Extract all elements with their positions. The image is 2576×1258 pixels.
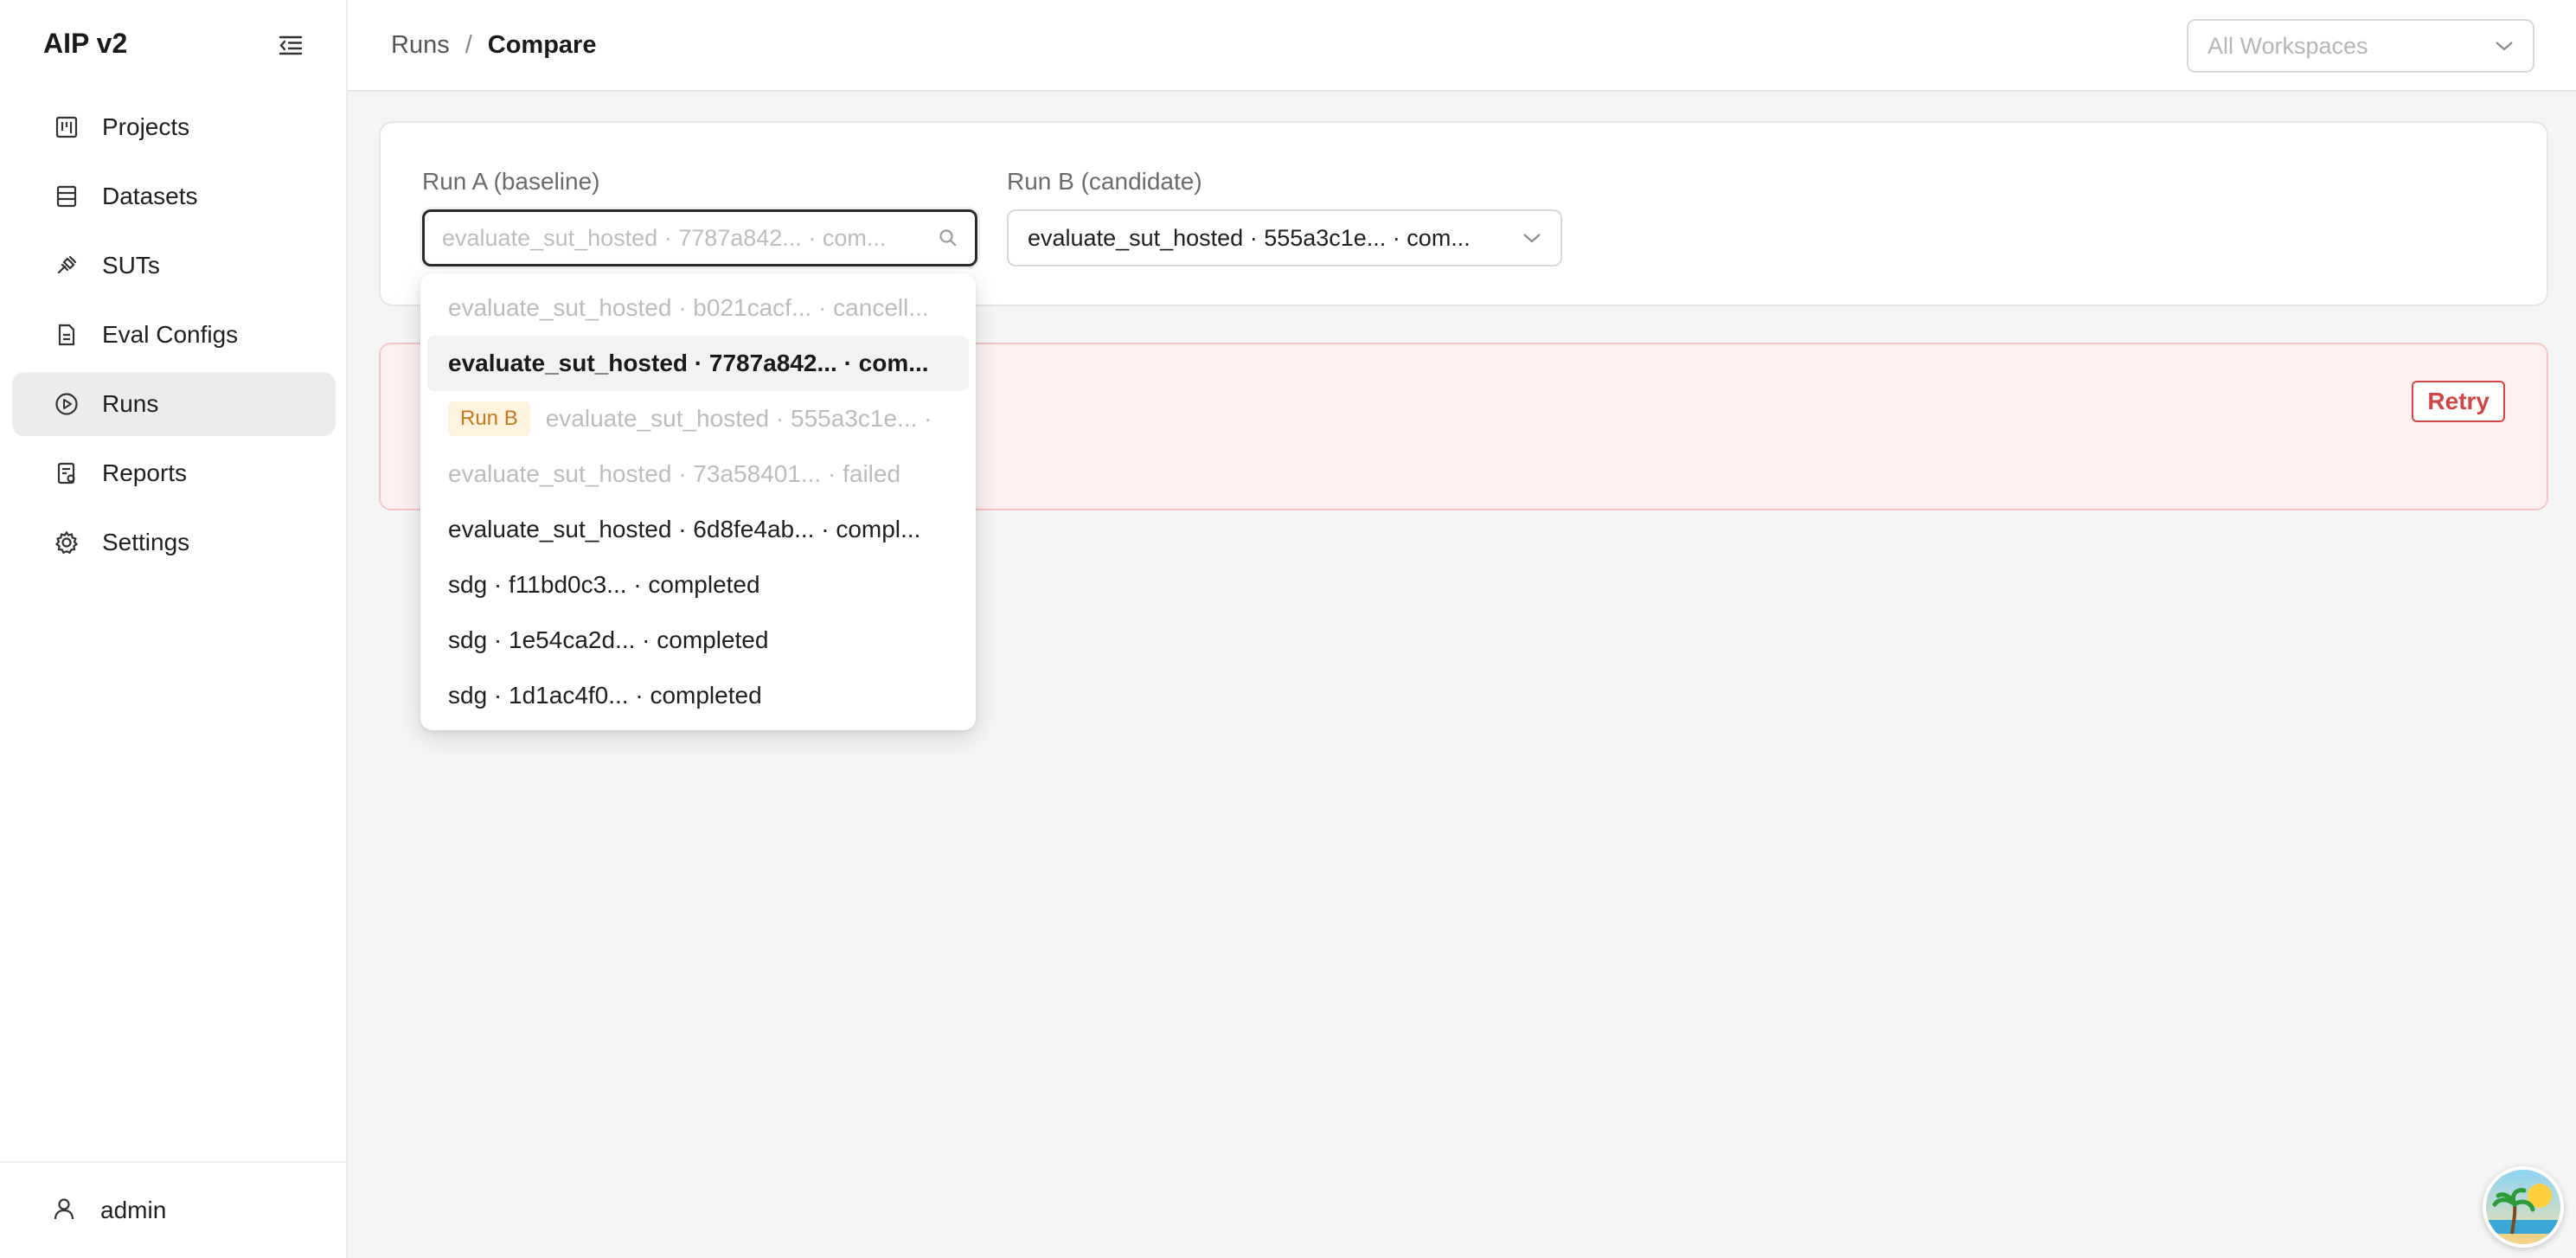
user-icon [52,1197,76,1225]
sidebar-item-label: SUTs [102,252,160,279]
sidebar-item-settings[interactable]: Settings [12,510,336,574]
breadcrumb-runs-link[interactable]: Runs [391,31,450,60]
run-a-dropdown: evaluate_sut_hosted · b021cacf... · canc… [420,273,976,730]
breadcrumb-separator: / [465,31,472,59]
dropdown-option-selected[interactable]: evaluate_sut_hosted · 7787a842... · com.… [427,336,969,391]
sidebar-item-label: Projects [102,113,190,140]
sidebar-item-label: Datasets [102,183,198,209]
projects-icon [54,114,80,140]
sidebar-item-label: Runs [102,390,159,417]
brand-title: AIP v2 [43,28,128,59]
dropdown-option-label: evaluate_sut_hosted · 73a58401... · fail… [448,460,901,487]
beach-avatar-icon [2486,1170,2560,1244]
dropdown-option-label: sdg · f11bd0c3... · completed [448,571,760,598]
dropdown-option[interactable]: sdg · f11bd0c3... · completed [427,557,969,613]
dropdown-option: Run B evaluate_sut_hosted · 555a3c1e... … [427,391,969,446]
sidebar-item-datasets[interactable]: Datasets [12,164,336,228]
run-a-search-input[interactable] [442,224,939,252]
dropdown-option-label: evaluate_sut_hosted · b021cacf... · canc… [448,294,929,321]
collapse-sidebar-icon [279,35,303,55]
chevron-down-icon [2496,42,2513,51]
user-menu[interactable]: admin [0,1161,348,1258]
top-header: Runs / Compare All Workspaces [348,0,2576,92]
dropdown-option: evaluate_sut_hosted · 73a58401... · fail… [427,446,969,502]
suts-icon [54,253,80,279]
run-b-select-value: evaluate_sut_hosted · 555a3c1e... · com.… [1028,224,1471,251]
retry-button[interactable]: Retry [2412,381,2505,422]
dropdown-option-label: evaluate_sut_hosted · 555a3c1e... · [545,405,932,432]
sidebar-item-eval-configs[interactable]: Eval Configs [12,303,336,367]
dropdown-option[interactable]: sdg · 1d1ac4f0... · completed [427,668,969,723]
run-b-tag: Run B [448,401,530,436]
dropdown-option-label: evaluate_sut_hosted · 7787a842... · com.… [448,350,929,376]
run-a-select[interactable] [422,209,977,266]
assistant-avatar-button[interactable] [2483,1166,2564,1248]
dropdown-option[interactable]: sdg · 1e54ca2d... · completed [427,613,969,668]
sidebar-item-label: Eval Configs [102,321,239,348]
gear-icon [54,530,80,555]
sidebar-nav: Projects Datasets SUTs Eval Configs Runs… [12,95,336,580]
sidebar-item-reports[interactable]: Reports [12,441,336,505]
collapse-sidebar-button[interactable] [273,29,308,61]
sidebar-item-suts[interactable]: SUTs [12,234,336,298]
dropdown-option-label: sdg · 1d1ac4f0... · completed [448,682,762,709]
datasets-icon [54,183,80,209]
eval-configs-icon [54,322,80,348]
workspace-select-placeholder: All Workspaces [2208,32,2368,59]
runs-icon [54,391,80,417]
workspace-select[interactable]: All Workspaces [2187,19,2534,73]
reports-icon [54,460,80,486]
breadcrumb: Runs / Compare [391,31,596,60]
chevron-down-icon [1523,234,1541,243]
breadcrumb-current: Compare [487,31,597,59]
sidebar-item-label: Reports [102,459,188,486]
dropdown-option[interactable]: evaluate_sut_hosted · 6d8fe4ab... · comp… [427,502,969,557]
search-icon [939,229,957,247]
run-b-select[interactable]: evaluate_sut_hosted · 555a3c1e... · com.… [1007,209,1562,266]
sidebar-item-projects[interactable]: Projects [12,95,336,159]
run-b-label: Run B (candidate) [1007,168,1202,195]
dropdown-option-label: evaluate_sut_hosted · 6d8fe4ab... · comp… [448,516,921,542]
user-name: admin [100,1197,167,1223]
dropdown-option-label: sdg · 1e54ca2d... · completed [448,626,769,653]
sidebar-item-runs[interactable]: Runs [12,372,336,436]
app-root: AIP v2 Projects Datasets SUTs Eval Confi… [0,0,2576,1258]
sidebar: AIP v2 Projects Datasets SUTs Eval Confi… [0,0,348,1258]
dropdown-option: evaluate_sut_hosted · b021cacf... · canc… [427,280,969,336]
run-a-label: Run A (baseline) [422,168,600,195]
sidebar-item-label: Settings [102,529,190,555]
